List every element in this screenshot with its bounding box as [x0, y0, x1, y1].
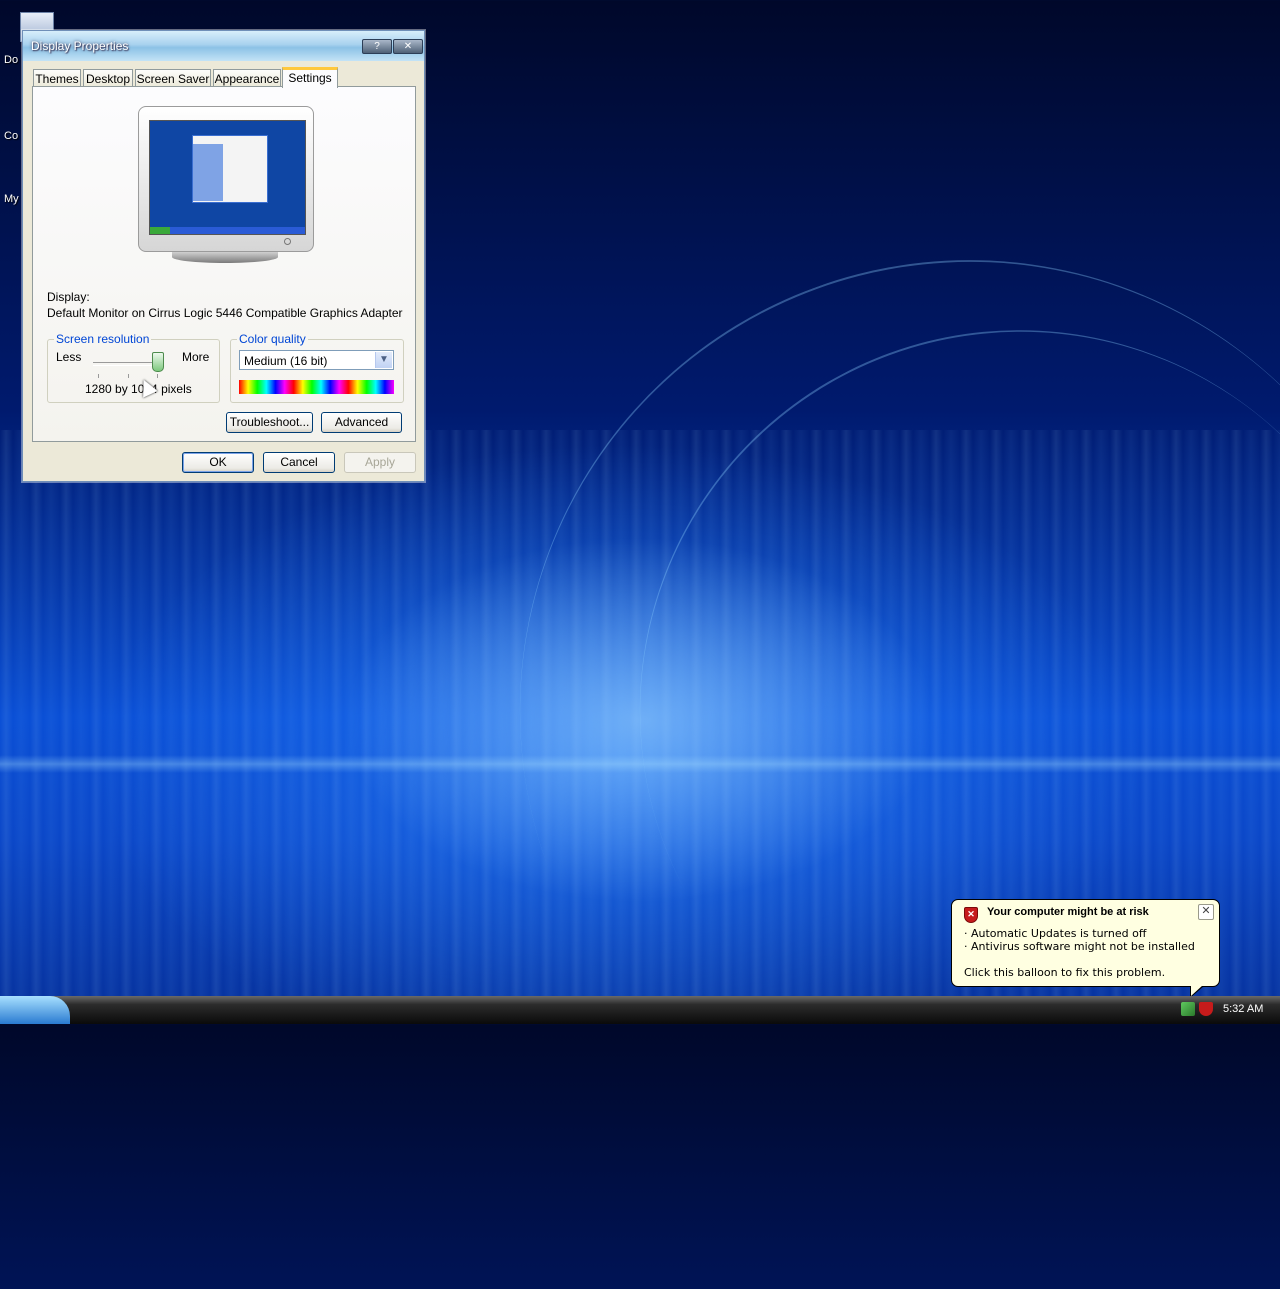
close-button[interactable]: ✕ [393, 39, 423, 54]
ok-button[interactable]: OK [182, 452, 254, 473]
slider-tick [98, 374, 99, 378]
color-quality-value: Medium (16 bit) [244, 354, 328, 368]
tab-themes[interactable]: Themes [33, 69, 81, 87]
start-button[interactable] [0, 996, 70, 1024]
desktop-icon-label: My [4, 193, 19, 205]
balloon-fix-text: Click this balloon to fix this problem. [964, 966, 1166, 979]
monitor-power-icon [284, 238, 291, 245]
monitor-preview [138, 106, 314, 263]
slider-tick [157, 374, 158, 378]
clock[interactable]: 5:32 AM [1223, 1003, 1263, 1015]
screen-resolution-title: Screen resolution [54, 332, 152, 346]
preview-window [192, 135, 268, 203]
resolution-more-label: More [182, 350, 210, 364]
desktop-icon-label: Do [4, 54, 19, 66]
tab-desktop[interactable]: Desktop [83, 69, 133, 87]
monitor-stand [172, 251, 278, 263]
display-adapter-name: Default Monitor on Cirrus Logic 5446 Com… [47, 306, 403, 320]
settings-panel: Display: Default Monitor on Cirrus Logic… [32, 86, 416, 442]
color-spectrum-bar [239, 380, 394, 394]
balloon-title: Your computer might be at risk [987, 906, 1149, 918]
balloon-line: · Antivirus software might not be instal… [964, 940, 1195, 953]
screen-resolution-group: Screen resolution Less More 1280 by 1024… [47, 332, 220, 403]
color-quality-title: Color quality [237, 332, 308, 346]
window-title: Display Properties [31, 39, 129, 53]
monitor-screen [149, 120, 306, 235]
security-balloon[interactable]: ✕ Your computer might be at risk ✕ · Aut… [951, 899, 1220, 998]
desktop-icon-label: Co [4, 130, 19, 142]
color-quality-dropdown[interactable]: Medium (16 bit) ▼ [239, 350, 394, 370]
display-label: Display: [47, 290, 90, 304]
security-alert-icon[interactable] [1199, 1002, 1213, 1016]
slider-tick [128, 374, 129, 378]
color-quality-group: Color quality Medium (16 bit) ▼ [230, 332, 404, 403]
advanced-button[interactable]: Advanced [321, 412, 402, 433]
resolution-slider-thumb[interactable] [152, 352, 164, 372]
balloon-line: · Automatic Updates is turned off [964, 927, 1147, 940]
troubleshoot-button[interactable]: Troubleshoot... [226, 412, 313, 433]
monitor-case [138, 106, 314, 252]
balloon-tail [1191, 985, 1203, 996]
help-button[interactable]: ? [362, 39, 392, 54]
balloon-close-button[interactable]: ✕ [1198, 904, 1214, 920]
title-bar[interactable]: Display Properties ? ✕ [23, 31, 424, 61]
taskbar: 5:32 AM [0, 996, 1280, 1024]
resolution-less-label: Less [56, 350, 82, 364]
tab-settings[interactable]: Settings [282, 67, 338, 88]
chevron-down-icon[interactable]: ▼ [375, 352, 392, 368]
network-icon[interactable] [1181, 1002, 1195, 1016]
tab-appearance[interactable]: Appearance [213, 69, 281, 87]
tab-screen-saver[interactable]: Screen Saver [135, 69, 211, 87]
preview-taskbar [150, 227, 305, 234]
display-properties-window: Display Properties ? ✕ Themes Desktop Sc… [22, 30, 425, 482]
cancel-button[interactable]: Cancel [263, 452, 335, 473]
apply-button[interactable]: Apply [344, 452, 416, 473]
security-shield-icon: ✕ [964, 907, 978, 923]
